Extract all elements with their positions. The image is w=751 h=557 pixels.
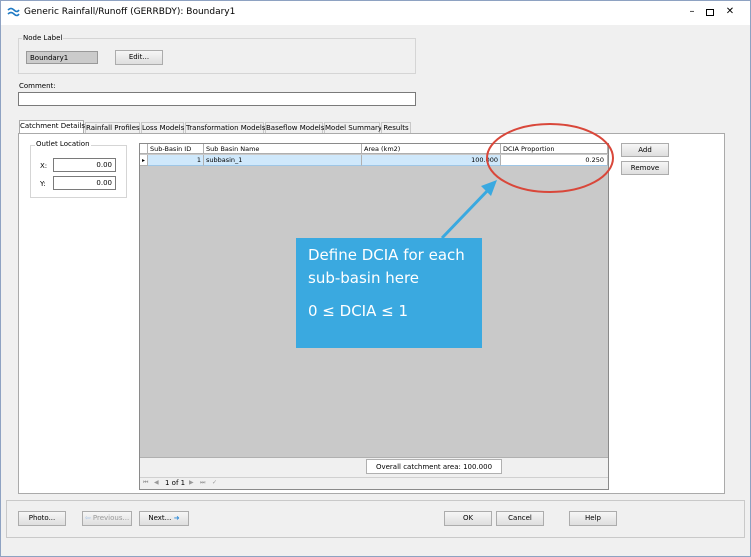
minimize-icon[interactable]: – — [685, 6, 699, 18]
column-header-dcia-proportion[interactable]: DCIA Proportion — [501, 144, 608, 154]
column-header-sub-basin-id[interactable]: Sub-Basin ID — [148, 144, 204, 154]
next-page-icon[interactable]: ▶ — [189, 479, 194, 486]
cell-sub-basin-id[interactable]: 1 — [148, 155, 204, 166]
cancel-button[interactable]: Cancel — [496, 511, 544, 526]
outlet-y-field[interactable]: 0.00 — [53, 176, 116, 190]
dcia-callout: Define DCIA for each sub-basin here 0 ≤ … — [296, 238, 482, 348]
outlet-x-field[interactable]: 0.00 — [53, 158, 116, 172]
column-header-area[interactable]: Area (km2) — [362, 144, 501, 154]
help-button[interactable]: Help — [569, 511, 617, 526]
accept-edit-icon[interactable]: ✓ — [212, 479, 217, 486]
callout-line-1: Define DCIA for each — [308, 246, 465, 264]
cell-dcia-proportion[interactable]: 0.250 — [501, 155, 608, 166]
y-label: Y: — [40, 180, 46, 188]
previous-page-icon[interactable]: ◀ — [154, 479, 159, 486]
comment-label: Comment: — [19, 82, 56, 90]
overall-catchment-area: Overall catchment area: 100.000 — [366, 459, 502, 474]
arrow-right-icon: ➜ — [171, 514, 180, 522]
outlet-location-heading: Outlet Location — [35, 140, 91, 148]
maximize-icon[interactable] — [703, 6, 717, 18]
tab-results[interactable]: Results — [381, 122, 411, 133]
ok-button[interactable]: OK — [444, 511, 492, 526]
node-label-field[interactable]: Boundary1 — [26, 51, 98, 64]
cell-sub-basin-name[interactable]: subbasin_1 — [204, 155, 362, 166]
tab-baseflow-models[interactable]: Baseflow Models — [265, 122, 324, 133]
remove-button[interactable]: Remove — [621, 161, 669, 175]
callout-line-3: 0 ≤ DCIA ≤ 1 — [308, 302, 409, 320]
x-label: X: — [40, 162, 48, 170]
app-icon — [7, 7, 20, 17]
grid-corner-header — [140, 144, 148, 154]
tab-catchment-details[interactable]: Catchment Details — [19, 120, 85, 134]
window-title: Generic Rainfall/Runoff (GERRBDY): Bound… — [24, 7, 236, 17]
column-header-sub-basin-name[interactable]: Sub Basin Name — [204, 144, 362, 154]
close-icon[interactable]: ✕ — [723, 6, 737, 18]
comment-field[interactable] — [18, 92, 416, 106]
last-page-icon[interactable]: ⏭ — [200, 479, 205, 487]
grid-pager — [140, 477, 608, 489]
page-indicator: 1 of 1 — [165, 479, 186, 487]
tab-loss-models[interactable]: Loss Models — [141, 122, 184, 133]
tab-model-summary[interactable]: Model Summary — [324, 122, 382, 133]
tab-transformation-models[interactable]: Transformation Models — [185, 122, 265, 133]
edit-button[interactable]: Edit... — [115, 50, 163, 65]
first-page-icon[interactable]: ⏮ — [143, 479, 148, 487]
node-label-heading: Node Label — [22, 34, 64, 42]
next-button[interactable]: Next... ➜ — [139, 511, 189, 526]
previous-button[interactable]: ⇦ Previous... — [82, 511, 132, 526]
photo-button[interactable]: Photo... — [18, 511, 66, 526]
cell-area[interactable]: 100.000 — [362, 155, 501, 166]
arrow-left-icon: ⇦ — [84, 514, 93, 522]
add-button[interactable]: Add — [621, 143, 669, 157]
tab-rainfall-profiles[interactable]: Rainfall Profiles — [85, 122, 140, 133]
row-selector-marker[interactable]: ▸ — [140, 155, 148, 166]
callout-line-2: sub-basin here — [308, 269, 420, 287]
